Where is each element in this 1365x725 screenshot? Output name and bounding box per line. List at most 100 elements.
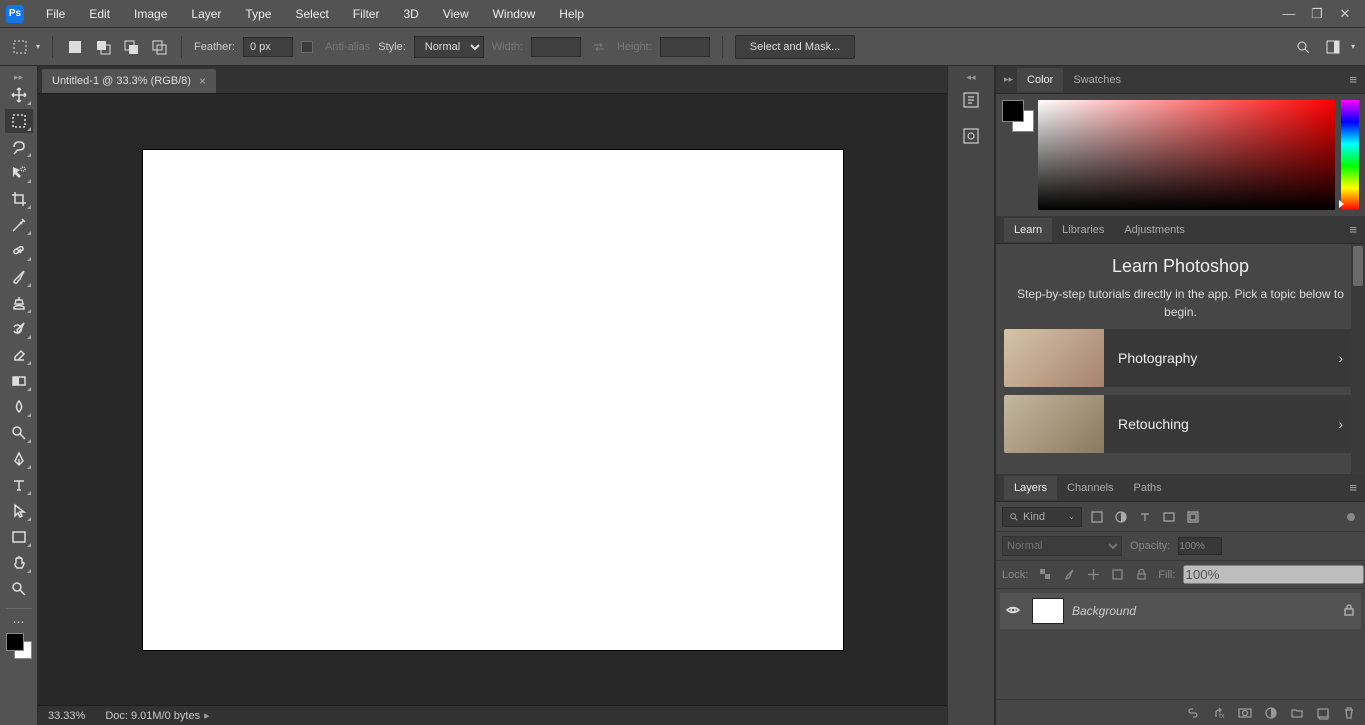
crop-tool[interactable] <box>5 187 33 211</box>
selection-new-icon[interactable] <box>65 37 85 57</box>
close-icon[interactable]: × <box>199 74 206 88</box>
layer-lock-icon[interactable] <box>1343 604 1355 619</box>
learn-scrollbar[interactable] <box>1351 244 1365 474</box>
filter-smart-icon[interactable] <box>1184 508 1202 526</box>
menu-type[interactable]: Type <box>233 3 283 25</box>
foreground-color-swatch[interactable] <box>6 633 24 651</box>
link-layers-icon[interactable] <box>1185 705 1201 721</box>
edit-toolbar-icon[interactable]: ⋯ <box>5 614 33 630</box>
canvas[interactable] <box>143 150 843 650</box>
tab-layers[interactable]: Layers <box>1004 476 1057 500</box>
lasso-tool[interactable] <box>5 135 33 159</box>
document-tab[interactable]: Untitled-1 @ 33.3% (RGB/8) × <box>42 69 216 93</box>
select-and-mask-button[interactable]: Select and Mask... <box>735 35 856 59</box>
tools-expand-handle-icon[interactable]: ▸▸ <box>14 72 23 82</box>
filter-pixel-icon[interactable] <box>1088 508 1106 526</box>
menu-file[interactable]: File <box>34 3 77 25</box>
eraser-tool[interactable] <box>5 343 33 367</box>
window-maximize-icon[interactable]: ❐ <box>1303 6 1331 22</box>
filter-adjustment-icon[interactable] <box>1112 508 1130 526</box>
dock-collapse-handle-icon[interactable]: ◂◂ <box>966 72 975 82</box>
menu-edit[interactable]: Edit <box>77 3 122 25</box>
tab-swatches[interactable]: Swatches <box>1063 68 1131 92</box>
new-layer-icon[interactable] <box>1315 705 1331 721</box>
learn-card-photography[interactable]: Photography › <box>1004 329 1357 387</box>
window-minimize-icon[interactable]: — <box>1275 6 1303 21</box>
brush-tool[interactable] <box>5 265 33 289</box>
panel-menu-icon[interactable]: ≡ <box>1349 222 1357 237</box>
delete-layer-icon[interactable] <box>1341 705 1357 721</box>
workspace-switcher-icon[interactable] <box>1323 37 1343 57</box>
type-tool[interactable] <box>5 473 33 497</box>
selection-subtract-icon[interactable] <box>121 37 141 57</box>
menu-select[interactable]: Select <box>283 3 340 25</box>
layer-filter-kind[interactable]: Kind ⌄ <box>1002 507 1082 527</box>
menu-3d[interactable]: 3D <box>391 3 430 25</box>
marquee-tool-icon[interactable] <box>10 37 30 57</box>
filter-toggle-icon[interactable] <box>1347 513 1355 521</box>
pen-tool[interactable] <box>5 447 33 471</box>
style-select[interactable]: Normal <box>414 36 484 58</box>
marquee-tool[interactable] <box>5 109 33 133</box>
lock-image-icon[interactable] <box>1060 566 1078 584</box>
canvas-area[interactable] <box>38 94 947 705</box>
color-field[interactable] <box>1038 100 1335 210</box>
doc-info[interactable]: Doc: 9.01M/0 bytes <box>105 710 200 722</box>
tab-learn[interactable]: Learn <box>1004 218 1052 242</box>
hand-tool[interactable] <box>5 551 33 575</box>
selection-add-icon[interactable] <box>93 37 113 57</box>
eyedropper-tool[interactable] <box>5 213 33 237</box>
filter-type-icon[interactable] <box>1136 508 1154 526</box>
layer-visibility-icon[interactable] <box>1006 603 1024 620</box>
panel-menu-icon[interactable]: ≡ <box>1349 72 1357 87</box>
filter-shape-icon[interactable] <box>1160 508 1178 526</box>
history-panel-icon[interactable] <box>957 86 985 114</box>
rectangle-tool[interactable] <box>5 525 33 549</box>
layer-name[interactable]: Background <box>1072 604 1136 618</box>
doc-info-caret-icon[interactable]: ▸ <box>204 710 210 722</box>
workspace-dropdown-icon[interactable]: ▾ <box>1351 42 1355 51</box>
panel-collapse-icon[interactable]: ▸▸ <box>1004 74 1013 85</box>
tab-paths[interactable]: Paths <box>1124 476 1172 500</box>
tab-channels[interactable]: Channels <box>1057 476 1123 500</box>
move-tool[interactable] <box>5 83 33 107</box>
lock-transparency-icon[interactable] <box>1036 566 1054 584</box>
gradient-tool[interactable] <box>5 369 33 393</box>
zoom-tool[interactable] <box>5 577 33 601</box>
path-select-tool[interactable] <box>5 499 33 523</box>
menu-view[interactable]: View <box>431 3 481 25</box>
hue-slider[interactable] <box>1341 100 1359 210</box>
layer-mask-icon[interactable] <box>1237 705 1253 721</box>
panel-menu-icon[interactable]: ≡ <box>1349 480 1357 495</box>
selection-intersect-icon[interactable] <box>149 37 169 57</box>
color-swatch-tool[interactable] <box>6 633 32 659</box>
clone-stamp-tool[interactable] <box>5 291 33 315</box>
quick-select-tool[interactable] <box>5 161 33 185</box>
dodge-tool[interactable] <box>5 421 33 445</box>
learn-card-retouching[interactable]: Retouching › <box>1004 395 1357 453</box>
history-brush-tool[interactable] <box>5 317 33 341</box>
tab-color[interactable]: Color <box>1017 68 1063 92</box>
blur-tool[interactable] <box>5 395 33 419</box>
zoom-level[interactable]: 33.33% <box>48 710 85 722</box>
layer-style-icon[interactable]: fx <box>1211 705 1227 721</box>
layer-row[interactable]: Background <box>1000 593 1361 629</box>
lock-position-icon[interactable] <box>1084 566 1102 584</box>
menu-image[interactable]: Image <box>122 3 179 25</box>
adjustment-layer-icon[interactable] <box>1263 705 1279 721</box>
feather-input[interactable] <box>243 37 293 57</box>
tab-adjustments[interactable]: Adjustments <box>1114 218 1195 242</box>
menu-filter[interactable]: Filter <box>341 3 392 25</box>
tab-libraries[interactable]: Libraries <box>1052 218 1114 242</box>
menu-window[interactable]: Window <box>481 3 548 25</box>
lock-artboard-icon[interactable] <box>1108 566 1126 584</box>
lock-all-icon[interactable] <box>1132 566 1150 584</box>
search-icon[interactable] <box>1293 37 1313 57</box>
layer-group-icon[interactable] <box>1289 705 1305 721</box>
tool-preset-dropdown-icon[interactable]: ▾ <box>36 42 40 51</box>
properties-panel-icon[interactable] <box>957 122 985 150</box>
color-fg-swatch[interactable] <box>1002 100 1024 122</box>
spot-heal-tool[interactable] <box>5 239 33 263</box>
menu-help[interactable]: Help <box>547 3 596 25</box>
layer-thumbnail[interactable] <box>1032 598 1064 624</box>
